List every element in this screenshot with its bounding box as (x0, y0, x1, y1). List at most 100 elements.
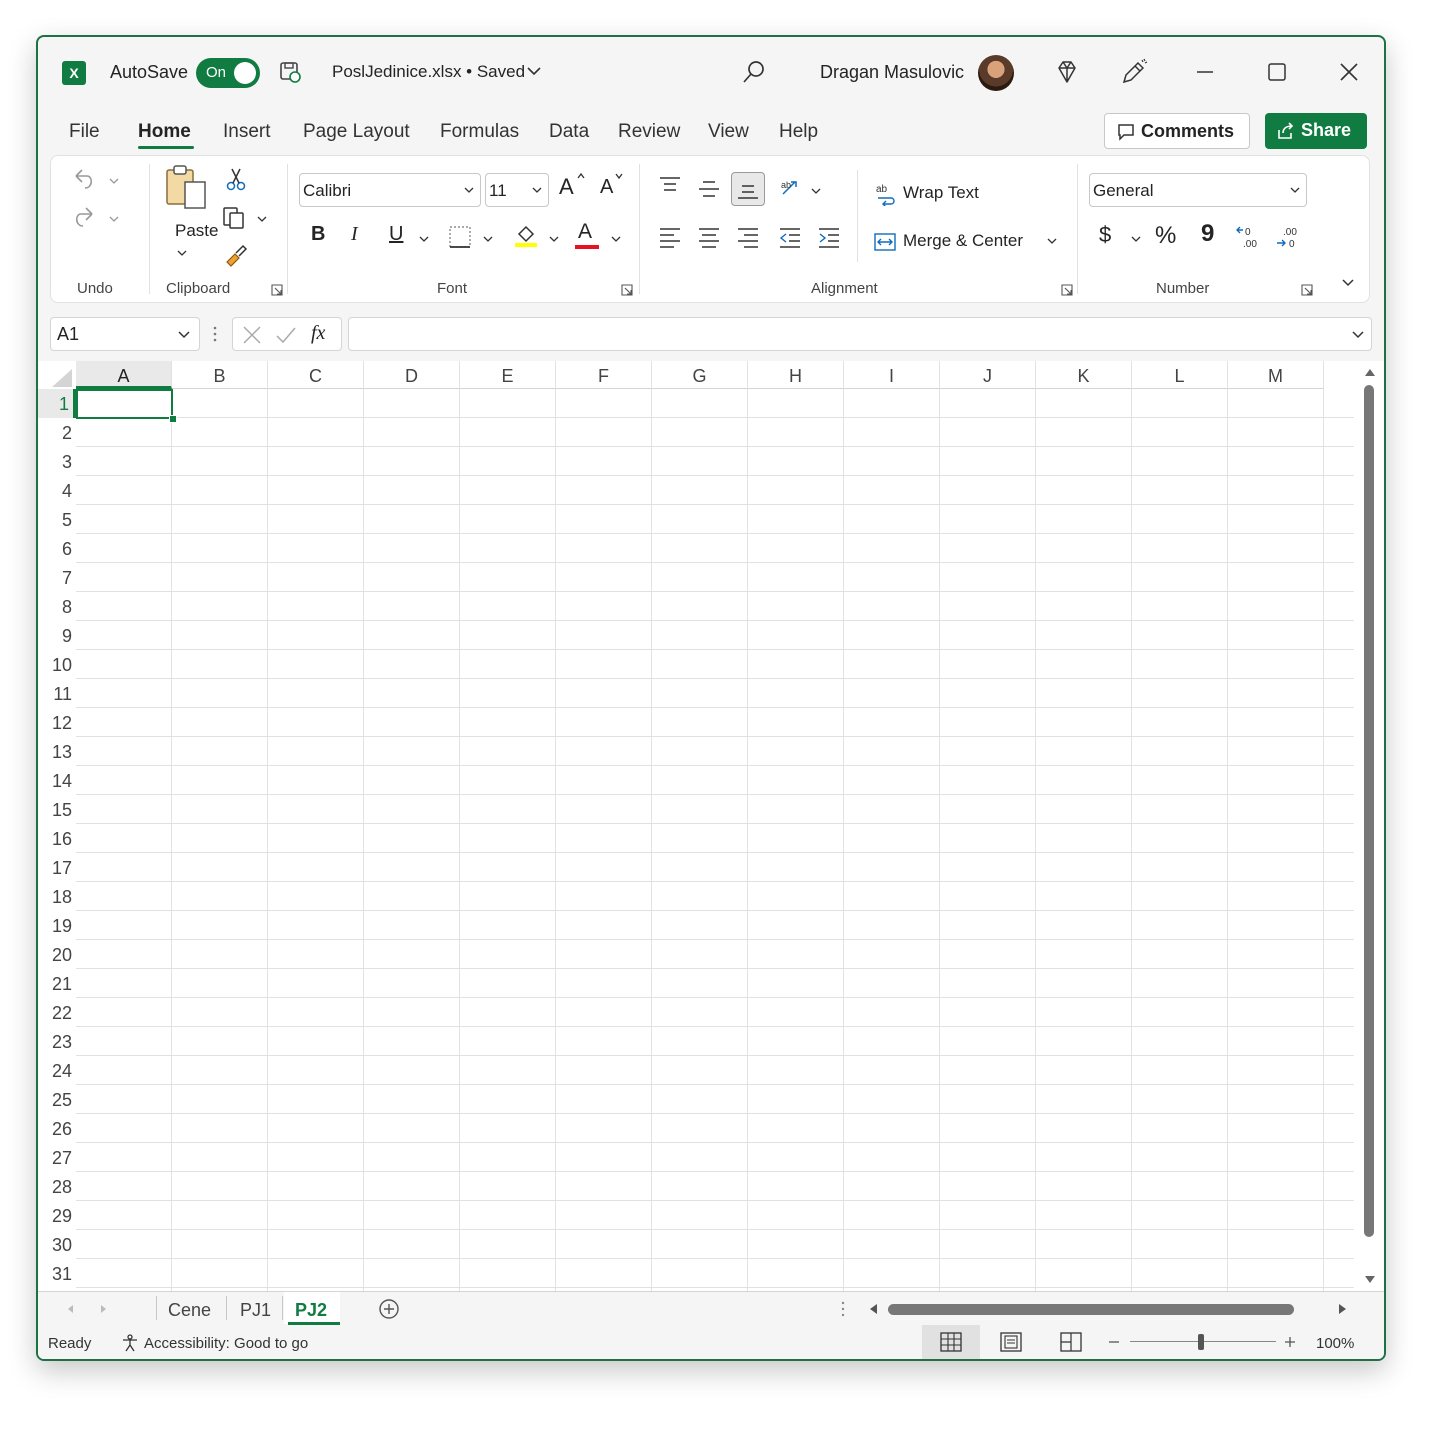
number-format-select[interactable]: General (1089, 173, 1307, 207)
row-header-13[interactable]: 13 (38, 737, 76, 766)
next-sheet-icon[interactable] (100, 1304, 108, 1314)
row-header-15[interactable]: 15 (38, 795, 76, 824)
tab-data[interactable]: Data (549, 121, 589, 143)
wrap-text-button[interactable]: Wrap Text (903, 183, 979, 203)
merge-center-button[interactable]: Merge & Center (903, 231, 1023, 251)
cancel-icon[interactable] (241, 324, 263, 346)
paste-label[interactable]: Paste (175, 221, 218, 241)
row-header-16[interactable]: 16 (38, 824, 76, 853)
chevron-down-icon[interactable] (549, 234, 559, 244)
scroll-down-icon[interactable] (1364, 1275, 1376, 1285)
wrap-text-icon[interactable]: ab (875, 182, 899, 206)
sheet-tab-cene[interactable]: Cene (168, 1300, 211, 1321)
italic-button[interactable]: I (351, 223, 358, 246)
align-middle-icon[interactable] (696, 176, 722, 202)
enter-check-icon[interactable] (275, 324, 297, 346)
underline-button[interactable]: U (389, 223, 403, 246)
chevron-down-icon[interactable] (1131, 234, 1141, 244)
row-header-14[interactable]: 14 (38, 766, 76, 795)
row-header-3[interactable]: 3 (38, 447, 76, 476)
row-header-28[interactable]: 28 (38, 1172, 76, 1201)
row-header-1[interactable]: 1 (38, 389, 76, 418)
select-all-corner[interactable] (38, 361, 76, 389)
sheet-tab-pj2[interactable]: PJ2 (295, 1300, 327, 1321)
diamond-icon[interactable] (1054, 59, 1080, 85)
row-header-9[interactable]: 9 (38, 621, 76, 650)
row-header-26[interactable]: 26 (38, 1114, 76, 1143)
column-header-d[interactable]: D (364, 361, 460, 389)
column-header-e[interactable]: E (460, 361, 556, 389)
chevron-down-icon[interactable] (177, 248, 187, 258)
column-header-b[interactable]: B (172, 361, 268, 389)
name-box[interactable]: A1 (50, 317, 200, 351)
percent-button[interactable]: % (1155, 222, 1176, 250)
tab-help[interactable]: Help (779, 121, 818, 143)
chevron-down-icon[interactable] (526, 63, 542, 79)
chevron-down-icon[interactable] (109, 176, 119, 186)
decrease-indent-icon[interactable] (777, 224, 803, 250)
row-header-12[interactable]: 12 (38, 708, 76, 737)
font-name-select[interactable]: Calibri (299, 173, 481, 207)
decrease-font-size-button[interactable]: A (600, 176, 613, 199)
chevron-down-icon[interactable] (811, 186, 821, 196)
row-header-17[interactable]: 17 (38, 853, 76, 882)
document-title[interactable]: PoslJedinice.xlsx • Saved (332, 62, 525, 82)
scroll-right-icon[interactable] (1338, 1303, 1348, 1315)
column-header-c[interactable]: C (268, 361, 364, 389)
fill-handle[interactable] (169, 415, 177, 423)
borders-icon[interactable] (447, 224, 473, 250)
zoom-slider-thumb[interactable] (1198, 1334, 1204, 1350)
row-header-25[interactable]: 25 (38, 1085, 76, 1114)
minimize-icon[interactable] (1192, 59, 1218, 85)
fill-color-icon[interactable] (513, 222, 539, 248)
dialog-launcher-icon[interactable] (1061, 284, 1073, 296)
column-header-h[interactable]: H (748, 361, 844, 389)
align-top-icon[interactable] (657, 174, 683, 200)
page-layout-view-icon[interactable] (1000, 1332, 1022, 1352)
zoom-level[interactable]: 100% (1316, 1335, 1354, 1352)
increase-indent-icon[interactable] (816, 224, 842, 250)
cut-icon[interactable] (223, 166, 249, 192)
undo-icon[interactable] (71, 166, 97, 192)
page-break-view-icon[interactable] (1060, 1332, 1082, 1352)
row-header-4[interactable]: 4 (38, 476, 76, 505)
horizontal-scroll-thumb[interactable] (888, 1304, 1294, 1315)
chevron-down-icon[interactable] (419, 234, 429, 244)
increase-decimal-icon[interactable]: 0.00 (1235, 224, 1265, 250)
chevron-down-icon[interactable] (109, 214, 119, 224)
insert-function-button[interactable]: fx (311, 322, 325, 345)
increase-font-size-button[interactable]: A (559, 174, 574, 200)
tab-view[interactable]: View (708, 121, 749, 143)
more-options-icon[interactable] (212, 325, 218, 343)
dialog-launcher-icon[interactable] (271, 284, 283, 296)
row-header-22[interactable]: 22 (38, 998, 76, 1027)
scroll-up-icon[interactable] (1364, 367, 1376, 377)
row-header-30[interactable]: 30 (38, 1230, 76, 1259)
row-header-21[interactable]: 21 (38, 969, 76, 998)
save-sync-icon[interactable] (278, 60, 302, 84)
merge-center-icon[interactable] (873, 230, 897, 254)
chevron-down-icon[interactable] (1351, 328, 1365, 342)
row-header-8[interactable]: 8 (38, 592, 76, 621)
avatar[interactable] (978, 55, 1014, 91)
pen-icon[interactable] (1120, 58, 1148, 86)
normal-view-icon[interactable] (940, 1332, 962, 1352)
decrease-decimal-icon[interactable]: .000 (1275, 224, 1305, 250)
cell-area[interactable] (76, 389, 1354, 1291)
sheet-tab-pj1[interactable]: PJ1 (240, 1300, 271, 1321)
row-header-20[interactable]: 20 (38, 940, 76, 969)
column-header-m[interactable]: M (1228, 361, 1324, 389)
tab-page-layout[interactable]: Page Layout (303, 121, 410, 143)
column-header-k[interactable]: K (1036, 361, 1132, 389)
scroll-left-icon[interactable] (868, 1303, 878, 1315)
column-header-i[interactable]: I (844, 361, 940, 389)
row-header-27[interactable]: 27 (38, 1143, 76, 1172)
splitter-handle-icon[interactable] (840, 1300, 846, 1318)
row-header-23[interactable]: 23 (38, 1027, 76, 1056)
column-header-g[interactable]: G (652, 361, 748, 389)
row-header-7[interactable]: 7 (38, 563, 76, 592)
align-bottom-button[interactable] (731, 172, 765, 206)
comma-style-button[interactable]: 9 (1201, 220, 1214, 248)
accessibility-icon[interactable] (120, 1333, 140, 1353)
copy-icon[interactable] (221, 204, 247, 230)
